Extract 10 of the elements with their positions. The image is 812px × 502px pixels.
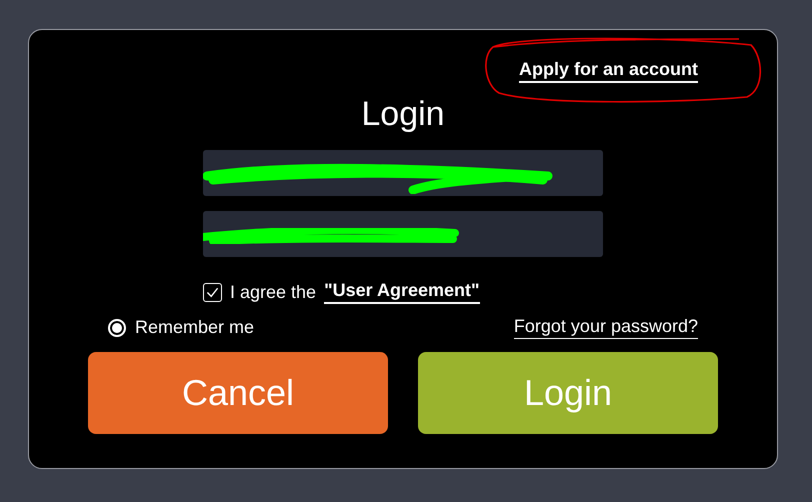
user-agreement-link[interactable]: "User Agreement" (324, 280, 480, 304)
forgot-password-link[interactable]: Forgot your password? (514, 316, 698, 339)
agree-label: I agree the (230, 282, 316, 302)
agree-checkbox[interactable] (203, 282, 222, 302)
remember-radio[interactable] (108, 318, 126, 336)
apply-link[interactable]: Apply for an account (518, 59, 698, 83)
input-field[interactable] (203, 150, 603, 196)
remember-label: Remember me (135, 317, 254, 338)
input-field[interactable] (203, 211, 603, 257)
dialog-title: Login (361, 94, 445, 134)
